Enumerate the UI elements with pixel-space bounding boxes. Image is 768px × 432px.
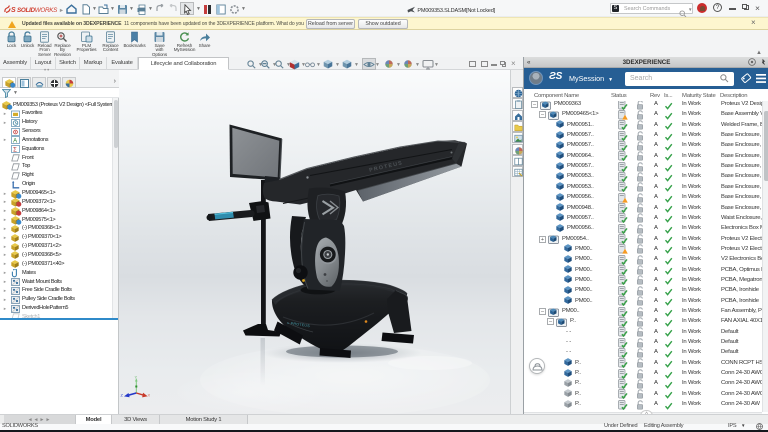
svg-text:A: A xyxy=(13,139,17,145)
svg-text:Y: Y xyxy=(135,375,138,380)
svg-text:Σ: Σ xyxy=(13,147,17,153)
svg-text:X: X xyxy=(148,393,151,398)
svg-text:Z: Z xyxy=(121,393,124,398)
